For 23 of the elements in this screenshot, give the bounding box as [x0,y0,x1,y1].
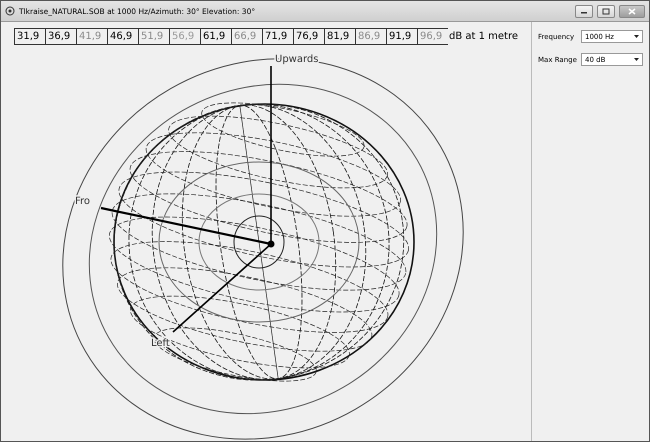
caret-icon [634,58,639,61]
scale-value: 66,9 [231,28,263,45]
close-icon [628,8,636,14]
maximize-button[interactable] [597,4,615,18]
scale-value: 36,9 [45,28,77,45]
scale-value: 31,9 [14,28,46,45]
scale-value: 61,9 [200,28,232,45]
axis-label: Fro [75,196,90,207]
scale-value: 51,9 [138,28,170,45]
app-icon [5,6,15,16]
scale-value: 86,9 [355,28,387,45]
scale-value: 96,9 [417,28,448,45]
scale-value: 41,9 [76,28,108,45]
scale-value: 56,9 [169,28,201,45]
minimize-button[interactable] [575,4,593,18]
scale-value: 46,9 [107,28,139,45]
scale-value: 76,9 [293,28,325,45]
scale-value: 81,9 [324,28,356,45]
scale-value: 91,9 [386,28,418,45]
scale-value: 71,9 [262,28,294,45]
caret-icon [634,35,639,38]
scale-unit: dB at 1 metre [449,31,518,42]
maximize-icon [602,8,610,14]
